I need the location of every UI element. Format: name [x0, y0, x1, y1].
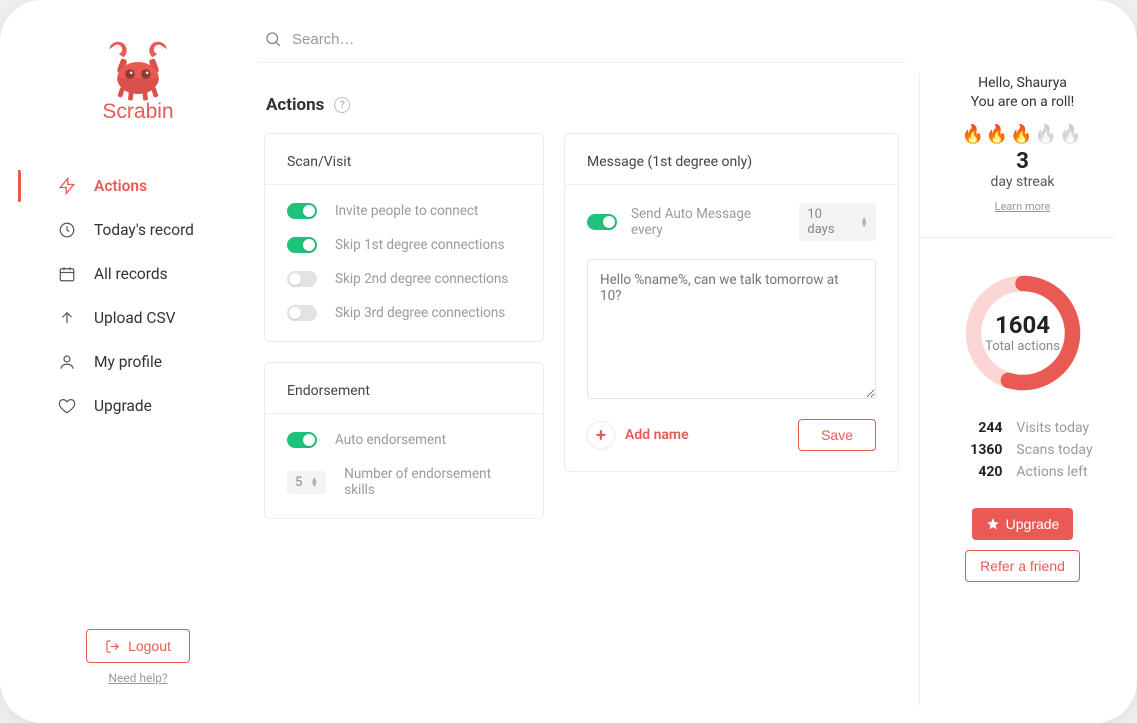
toggle-invite-connect[interactable]: [287, 203, 317, 219]
nav-label: Upgrade: [94, 397, 152, 415]
scans-label: Scans today: [1016, 442, 1092, 458]
toggle-label: Auto endorsement: [335, 432, 446, 448]
nav-label: Upload CSV: [94, 309, 176, 327]
help-icon[interactable]: ?: [334, 97, 350, 113]
need-help-link[interactable]: Need help?: [108, 671, 167, 685]
stepper-arrows-icon: ▲▼: [310, 477, 318, 487]
lightning-icon: [58, 177, 76, 195]
greeting-line2: You are on a roll!: [971, 93, 1075, 112]
right-panel: Hello, Shaurya You are on a roll! 🔥🔥🔥🔥🔥 …: [919, 74, 1119, 705]
heart-icon: [58, 397, 76, 415]
toggle-label: Send Auto Message every: [631, 206, 785, 238]
scan-title: Scan/Visit: [287, 154, 521, 170]
stepper-label: Number of endorsement skills: [344, 466, 521, 498]
nav-item-my-profile[interactable]: My profile: [18, 340, 258, 384]
brand-logo: Scrabin: [18, 38, 258, 124]
star-icon: [986, 517, 1000, 531]
scan-visit-card: Scan/Visit Invite people to connect Skip…: [264, 133, 544, 342]
total-actions-value: 1604: [995, 311, 1050, 339]
search-icon: [264, 30, 282, 48]
page-title-row: Actions ?: [258, 63, 905, 133]
brand-name: Scrabin: [102, 100, 173, 124]
message-body-textarea[interactable]: [587, 259, 876, 399]
toggle-skip-2nd[interactable]: [287, 271, 317, 287]
nav-item-all-records[interactable]: All records: [18, 252, 258, 296]
nav-label: Today's record: [94, 221, 194, 239]
refer-friend-button[interactable]: Refer a friend: [965, 550, 1080, 582]
message-interval-stepper[interactable]: 10 days ▲▼: [799, 203, 876, 241]
nav-item-today[interactable]: Today's record: [18, 208, 258, 252]
endorsement-skills-stepper[interactable]: 5 ▲▼: [287, 471, 326, 494]
endorsement-title: Endorsement: [287, 383, 521, 399]
toggle-auto-message[interactable]: [587, 214, 617, 230]
nav-item-upload-csv[interactable]: Upload CSV: [18, 296, 258, 340]
search-input[interactable]: [292, 31, 899, 48]
total-actions-label: Total actions: [985, 339, 1060, 354]
endorsement-card: Endorsement Auto endorsement 5 ▲▼ Number…: [264, 362, 544, 519]
toggle-skip-3rd[interactable]: [287, 305, 317, 321]
add-name-label: Add name: [625, 427, 689, 443]
calendar-icon: [58, 265, 76, 283]
streak-label: day streak: [990, 174, 1054, 190]
nav-label: All records: [94, 265, 168, 283]
divider: [916, 237, 1115, 238]
main: Actions ? Scan/Visit Invite people to co…: [258, 18, 905, 705]
actions-left-label: Actions left: [1016, 464, 1092, 480]
flame-icon: 🔥: [961, 124, 985, 145]
divider: [265, 184, 543, 185]
add-name-button[interactable]: + Add name: [587, 421, 689, 449]
nav-item-actions[interactable]: Actions: [18, 164, 258, 208]
toggle-skip-1st[interactable]: [287, 237, 317, 253]
learn-more-link[interactable]: Learn more: [995, 200, 1051, 213]
crab-icon: [98, 38, 178, 98]
toggle-label: Skip 2nd degree connections: [335, 271, 508, 287]
message-card: Message (1st degree only) Send Auto Mess…: [564, 133, 899, 472]
visits-value: 244: [952, 420, 1002, 436]
logout-label: Logout: [128, 638, 171, 654]
streak-count: 3: [1016, 149, 1029, 174]
greeting-line1: Hello, Shaurya: [971, 74, 1075, 93]
sidebar-nav: Actions Today's record All records Uploa…: [18, 164, 258, 428]
user-icon: [58, 353, 76, 371]
total-actions-donut: 1604 Total actions: [958, 268, 1088, 398]
clock-icon: [58, 221, 76, 239]
scans-value: 1360: [952, 442, 1002, 458]
toggle-label: Invite people to connect: [335, 203, 478, 219]
logout-icon: [105, 639, 120, 654]
divider: [265, 413, 543, 414]
upgrade-button[interactable]: Upgrade: [972, 508, 1074, 540]
sidebar: Scrabin Actions Today's record All recor…: [18, 18, 258, 705]
visits-label: Visits today: [1016, 420, 1092, 436]
flame-icon: 🔥: [1059, 124, 1083, 145]
upload-icon: [58, 309, 76, 327]
logout-button[interactable]: Logout: [86, 629, 190, 663]
greeting: Hello, Shaurya You are on a roll!: [971, 74, 1075, 112]
flame-icon: 🔥: [986, 124, 1010, 145]
message-title: Message (1st degree only): [587, 154, 876, 170]
stepper-value: 5: [295, 475, 302, 490]
nav-label: My profile: [94, 353, 162, 371]
upgrade-label: Upgrade: [1006, 516, 1060, 532]
toggle-label: Skip 1st degree connections: [335, 237, 505, 253]
stepper-value: 10 days: [807, 207, 852, 237]
page-title: Actions: [266, 95, 324, 115]
stats-grid: 244 Visits today 1360 Scans today 420 Ac…: [952, 420, 1092, 480]
streak-flames: 🔥🔥🔥🔥🔥: [961, 124, 1083, 145]
save-button[interactable]: Save: [798, 419, 876, 451]
flame-icon: 🔥: [1035, 124, 1059, 145]
actions-left-value: 420: [952, 464, 1002, 480]
divider: [565, 184, 898, 185]
toggle-auto-endorsement[interactable]: [287, 432, 317, 448]
nav-label: Actions: [94, 177, 147, 195]
nav-item-upgrade[interactable]: Upgrade: [18, 384, 258, 428]
plus-icon: +: [587, 421, 615, 449]
toggle-label: Skip 3rd degree connections: [335, 305, 505, 321]
search-bar: [258, 18, 905, 63]
flame-icon: 🔥: [1010, 124, 1034, 145]
stepper-arrows-icon: ▲▼: [860, 217, 868, 227]
